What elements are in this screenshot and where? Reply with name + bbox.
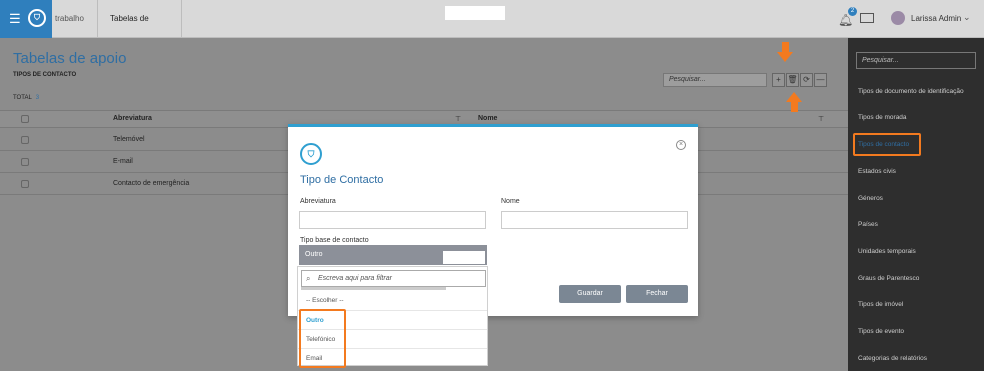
mail-icon[interactable] <box>860 13 874 23</box>
sidebar-item-estados-civis[interactable]: Estados civis <box>858 168 896 175</box>
tab-trabalho[interactable]: trabalho <box>52 0 98 38</box>
total-count: TOTAL 3 <box>13 95 39 101</box>
sidebar-item-tipos-imovel[interactable]: Tipos de imóvel <box>858 301 903 308</box>
search-icon: ⌕ <box>306 274 311 283</box>
row-checkbox[interactable] <box>21 158 29 166</box>
close-icon[interactable]: × <box>676 140 686 150</box>
sidebar-search-input[interactable]: Pesquisar... <box>856 52 976 69</box>
column-header-abreviatura[interactable]: Abreviatura <box>113 115 152 122</box>
select-all-checkbox[interactable] <box>21 115 29 123</box>
scrollbar[interactable] <box>301 287 446 290</box>
row-checkbox[interactable] <box>21 136 29 144</box>
row-checkbox[interactable] <box>21 180 29 188</box>
nome-input[interactable] <box>501 211 688 229</box>
total-label: TOTAL <box>13 95 32 101</box>
total-value: 3 <box>35 95 40 101</box>
modal-title: Tipo de Contacto <box>300 174 384 186</box>
menu-icon[interactable]: ☰ <box>9 12 21 25</box>
filter-placeholder: Escreva aqui para filtrar <box>318 275 392 282</box>
sidebar-item-categorias-relatorios[interactable]: Categorias de relatórios <box>858 355 927 362</box>
sidebar-item-generos[interactable]: Géneros <box>858 195 883 202</box>
table-cell: E-mail <box>113 158 133 165</box>
tipo-base-label: Tipo base de contacto <box>300 237 369 244</box>
sidebar-item-graus-parentesco[interactable]: Graus de Parentesco <box>858 275 919 282</box>
app-logo-icon[interactable]: ⛉ <box>28 9 46 27</box>
sidebar-item-tipos-documento[interactable]: Tipos de documento de identificação <box>858 88 964 95</box>
add-button[interactable]: + <box>772 73 785 87</box>
page-subtitle: TIPOS DE CONTACTO <box>13 72 77 78</box>
top-bar: ☰ ⛉ trabalho Tabelas de apoio 🔔︎ 2 Laris… <box>0 0 984 61</box>
filter-icon[interactable]: ⊤ <box>455 115 461 123</box>
notification-badge: 2 <box>848 7 857 16</box>
user-name[interactable]: Larissa Admin <box>911 14 961 23</box>
more-button[interactable]: — <box>814 73 827 87</box>
save-button[interactable]: Guardar <box>559 285 621 303</box>
sidebar-item-tipos-evento[interactable]: Tipos de evento <box>858 328 904 335</box>
redacted-block <box>445 6 505 20</box>
column-header-nome[interactable]: Nome <box>478 115 497 122</box>
refresh-button[interactable]: ⟳ <box>800 73 813 87</box>
nome-label: Nome <box>501 198 520 205</box>
delete-button[interactable]: 🗑 <box>786 73 799 87</box>
page-title: Tabelas de apoio <box>13 50 127 67</box>
brand-box: ☰ ⛉ <box>0 0 52 38</box>
table-cell: Contacto de emergência <box>113 180 190 187</box>
search-input[interactable]: Pesquisar... <box>663 73 767 87</box>
chevron-down-icon[interactable]: ⌄ <box>963 12 971 23</box>
right-sidebar: Pesquisar... Tipos de documento de ident… <box>848 38 984 371</box>
close-button[interactable]: Fechar <box>626 285 688 303</box>
app-logo-icon: ⛉ <box>300 143 322 165</box>
avatar[interactable] <box>891 11 905 25</box>
sidebar-item-tipos-morada[interactable]: Tipos de morada <box>858 114 907 121</box>
abreviatura-label: Abreviatura <box>300 198 336 205</box>
option-escolher[interactable]: -- Escolher -- <box>298 291 487 310</box>
filter-icon[interactable]: ⊤ <box>818 115 824 123</box>
tab-tabelas-de-apoio[interactable]: Tabelas de apoio <box>98 0 182 61</box>
sidebar-item-paises[interactable]: Países <box>858 221 878 228</box>
redacted-block <box>443 251 485 264</box>
highlight-box <box>853 133 921 156</box>
dropdown-filter-input[interactable]: ⌕ Escreva aqui para filtrar <box>301 270 486 287</box>
abreviatura-input[interactable] <box>299 211 486 229</box>
sidebar-item-unidades-temporais[interactable]: Unidades temporais <box>858 248 916 255</box>
table-cell: Telemóvel <box>113 136 145 143</box>
highlight-box <box>299 309 346 368</box>
